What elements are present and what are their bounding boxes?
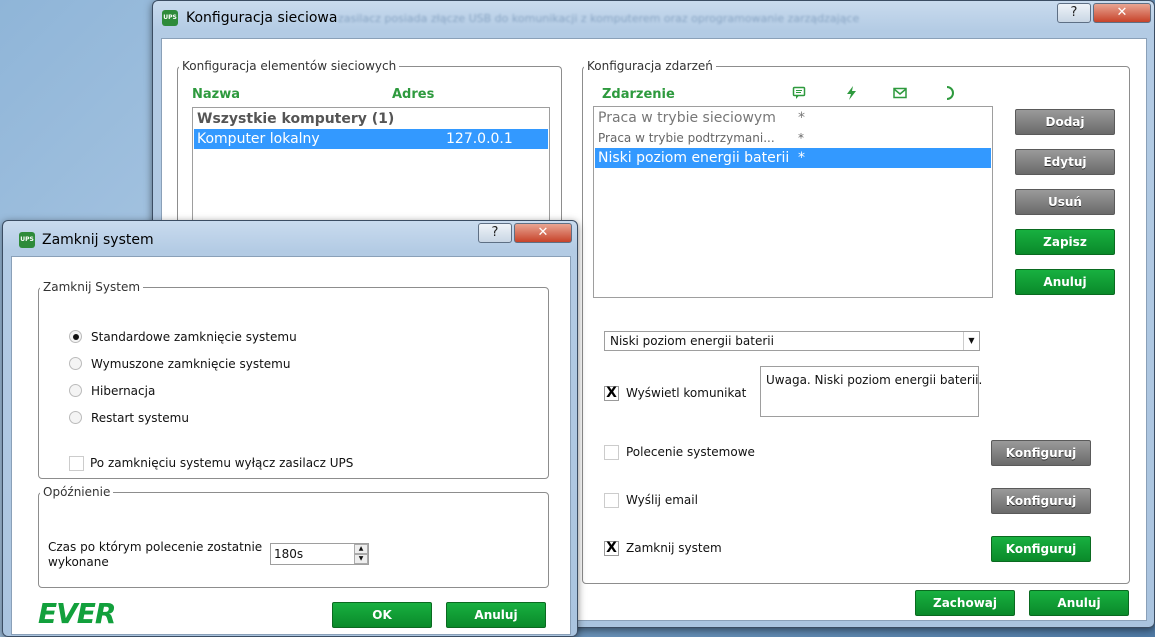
show-message-checkbox[interactable]: X bbox=[604, 386, 619, 401]
moon-icon bbox=[945, 86, 955, 103]
close-button[interactable]: ✕ bbox=[1093, 3, 1151, 23]
shutdown-dialog: UPS Zamknij system ? ✕ Zamknij System St… bbox=[2, 220, 578, 637]
shutdown-group-label: Zamknij System bbox=[40, 280, 144, 294]
send-email-checkbox[interactable] bbox=[604, 493, 619, 508]
help-button[interactable]: ? bbox=[1057, 3, 1091, 23]
add-button[interactable]: Dodaj bbox=[1015, 109, 1115, 135]
configure-email-button[interactable]: Konfiguruj bbox=[991, 488, 1091, 514]
event-mark: * bbox=[798, 110, 805, 126]
list-item-local-computer[interactable]: Komputer lokalny 127.0.0.1 bbox=[194, 129, 548, 149]
column-address-header[interactable]: Adres bbox=[392, 87, 434, 102]
window-title: Konfiguracja sieciowa bbox=[186, 10, 338, 26]
background-window-text: zasilacz posiada złącze USB do komunikac… bbox=[338, 12, 860, 25]
events-group-label: Konfiguracja zdarzeń bbox=[584, 59, 716, 73]
dialog-help-button[interactable]: ? bbox=[478, 223, 512, 243]
radio-forced-shutdown[interactable] bbox=[69, 357, 82, 370]
mail-icon bbox=[893, 87, 907, 102]
message-text: Uwaga. Niski poziom energii baterii. bbox=[766, 373, 983, 387]
radio-standard-shutdown[interactable] bbox=[69, 330, 82, 343]
show-message-label: Wyświetl komunikat bbox=[626, 386, 747, 400]
ups-app-icon: UPS bbox=[162, 10, 178, 26]
send-email-label: Wyślij email bbox=[626, 493, 698, 507]
delete-button[interactable]: Usuń bbox=[1015, 189, 1115, 215]
event-mark: * bbox=[798, 150, 805, 166]
event-select-value: Niski poziom energii baterii bbox=[610, 334, 774, 348]
event-row-selected[interactable]: Niski poziom energii baterii * bbox=[595, 148, 991, 168]
network-group-label: Konfiguracja elementów sieciowych bbox=[179, 59, 400, 73]
cancel-event-button[interactable]: Anuluj bbox=[1015, 269, 1115, 295]
computer-address: 127.0.0.1 bbox=[446, 131, 513, 147]
dialog-cancel-button[interactable]: Anuluj bbox=[446, 602, 546, 628]
ok-button[interactable]: OK bbox=[332, 602, 432, 628]
lightning-icon bbox=[845, 86, 857, 103]
delay-group-label: Opóźnienie bbox=[40, 485, 114, 499]
delay-label-line1: Czas po którym polecenie zostatnie bbox=[48, 540, 263, 554]
option-standard-label: Standardowe zamknięcie systemu bbox=[91, 330, 297, 344]
event-select[interactable]: Niski poziom energii baterii ▼ bbox=[604, 331, 980, 351]
radio-hibernation[interactable] bbox=[69, 384, 82, 397]
dialog-close-button[interactable]: ✕ bbox=[514, 223, 572, 243]
option-forced-label: Wymuszone zamknięcie systemu bbox=[91, 357, 291, 371]
event-mark: * bbox=[798, 131, 804, 145]
event-name: Niski poziom energii baterii bbox=[598, 150, 790, 166]
dialog-title-bar[interactable]: UPS Zamknij system ? ✕ bbox=[3, 221, 577, 253]
dialog-client-area: Zamknij System Standardowe zamknięcie sy… bbox=[11, 256, 571, 635]
shutdown-options-group: Zamknij System Standardowe zamknięcie sy… bbox=[38, 280, 549, 479]
radio-restart[interactable] bbox=[69, 411, 82, 424]
event-row[interactable]: Praca w trybie podtrzymani... * bbox=[595, 128, 991, 148]
option-restart-label: Restart systemu bbox=[91, 411, 189, 425]
list-group-row[interactable]: Wszystkie komputery (1) bbox=[194, 109, 548, 129]
save-button[interactable]: Zapisz bbox=[1015, 229, 1115, 255]
system-command-checkbox[interactable] bbox=[604, 445, 619, 460]
shutdown-label: Zamknij system bbox=[626, 541, 722, 555]
delay-value: 180s bbox=[274, 547, 304, 561]
event-row[interactable]: Praca w trybie sieciowym * bbox=[595, 108, 991, 128]
title-bar[interactable]: UPS Konfiguracja sieciowa zasilacz posia… bbox=[153, 1, 1154, 33]
dialog-title: Zamknij system bbox=[42, 232, 154, 248]
event-name: Praca w trybie sieciowym bbox=[598, 110, 776, 126]
edit-button[interactable]: Edytuj bbox=[1015, 149, 1115, 175]
increment-arrow-icon[interactable]: ▲ bbox=[354, 544, 368, 554]
delay-spinbox[interactable]: 180s ▲ ▼ bbox=[270, 543, 369, 565]
keep-button[interactable]: Zachowaj bbox=[915, 590, 1015, 616]
shutdown-checkbox[interactable]: X bbox=[604, 541, 619, 556]
configure-command-button[interactable]: Konfiguruj bbox=[991, 440, 1091, 466]
message-text-field[interactable]: Uwaga. Niski poziom energii baterii. bbox=[760, 366, 983, 417]
events-group: Konfiguracja zdarzeń Zdarzenie Praca w t… bbox=[582, 59, 1130, 584]
event-name: Praca w trybie podtrzymani... bbox=[598, 131, 775, 145]
column-event-header[interactable]: Zdarzenie bbox=[602, 87, 675, 102]
delay-label-line2: wykonane bbox=[48, 555, 109, 569]
ups-app-icon: UPS bbox=[19, 232, 35, 248]
configure-shutdown-button[interactable]: Konfiguruj bbox=[991, 536, 1091, 562]
message-icon bbox=[792, 86, 806, 103]
decrement-arrow-icon[interactable]: ▼ bbox=[354, 554, 368, 564]
ups-off-checkbox[interactable] bbox=[69, 456, 84, 471]
delay-group: Opóźnienie Czas po którym polecenie zost… bbox=[38, 485, 549, 588]
system-command-label: Polecenie systemowe bbox=[626, 445, 755, 459]
ever-logo: EVER bbox=[38, 597, 116, 630]
footer-cancel-button[interactable]: Anuluj bbox=[1029, 590, 1129, 616]
chevron-down-icon[interactable]: ▼ bbox=[963, 332, 979, 350]
column-name-header[interactable]: Nazwa bbox=[192, 87, 240, 102]
events-list[interactable]: Praca w trybie sieciowym * Praca w trybi… bbox=[593, 106, 993, 298]
computer-name: Komputer lokalny bbox=[197, 131, 320, 147]
option-hibernation-label: Hibernacja bbox=[91, 384, 156, 398]
ups-off-label: Po zamknięciu systemu wyłącz zasilacz UP… bbox=[90, 456, 354, 470]
